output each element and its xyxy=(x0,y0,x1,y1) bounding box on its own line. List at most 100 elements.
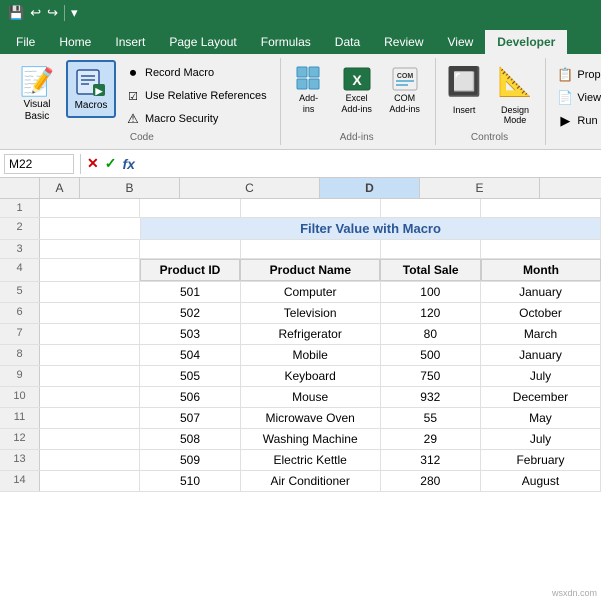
cell-c6[interactable]: Television xyxy=(241,303,381,323)
cell-a12[interactable] xyxy=(40,429,140,449)
cell-c14[interactable]: Air Conditioner xyxy=(241,471,381,491)
save-icon[interactable]: 💾 xyxy=(8,5,24,21)
cell-d9[interactable]: 750 xyxy=(381,366,481,386)
visual-basic-button[interactable]: 📝 VisualBasic xyxy=(12,60,62,128)
cell-d5[interactable]: 100 xyxy=(381,282,481,302)
tab-formulas[interactable]: Formulas xyxy=(249,30,323,54)
cell-d13[interactable]: 312 xyxy=(381,450,481,470)
cell-d12[interactable]: 29 xyxy=(381,429,481,449)
insert-function-icon[interactable]: fx xyxy=(122,156,134,172)
cell-a14[interactable] xyxy=(40,471,140,491)
col-header-b[interactable]: B xyxy=(80,178,180,198)
cell-c7[interactable]: Refrigerator xyxy=(241,324,381,344)
formula-input[interactable] xyxy=(139,155,597,173)
cell-c8[interactable]: Mobile xyxy=(241,345,381,365)
col-header-a[interactable]: A xyxy=(40,178,80,198)
cell-b7[interactable]: 503 xyxy=(140,324,240,344)
col-header-d[interactable]: D xyxy=(320,178,420,198)
redo-icon[interactable]: ↪ xyxy=(47,5,58,21)
cell-a5[interactable] xyxy=(40,282,140,302)
cell-c9[interactable]: Keyboard xyxy=(241,366,381,386)
cell-e8[interactable]: January xyxy=(481,345,601,365)
cell-e1[interactable] xyxy=(481,199,601,217)
view-code-button[interactable]: 📄 View Code xyxy=(552,87,601,109)
cell-c13[interactable]: Electric Kettle xyxy=(241,450,381,470)
col-header-e[interactable]: E xyxy=(420,178,540,198)
cell-a7[interactable] xyxy=(40,324,140,344)
cancel-formula-icon[interactable]: ✕ xyxy=(87,155,99,172)
macro-security-button[interactable]: ⚠ Macro Security xyxy=(120,108,272,130)
cell-a8[interactable] xyxy=(40,345,140,365)
name-box[interactable] xyxy=(4,154,74,174)
header-month[interactable]: Month xyxy=(481,259,601,281)
relative-refs-button[interactable]: ☑ Use Relative References xyxy=(120,85,272,107)
cell-b6[interactable]: 502 xyxy=(140,303,240,323)
addins-button[interactable]: Add-ins xyxy=(287,60,331,120)
cell-b3[interactable] xyxy=(140,240,240,258)
cell-d11[interactable]: 55 xyxy=(381,408,481,428)
cell-c5[interactable]: Computer xyxy=(241,282,381,302)
cell-a13[interactable] xyxy=(40,450,140,470)
tab-review[interactable]: Review xyxy=(372,30,435,54)
cell-c11[interactable]: Microwave Oven xyxy=(241,408,381,428)
cell-e10[interactable]: December xyxy=(481,387,601,407)
run-dialog-button[interactable]: ▶ Run Dialog xyxy=(552,110,601,132)
cell-c10[interactable]: Mouse xyxy=(241,387,381,407)
header-total-sale[interactable]: Total Sale xyxy=(380,259,481,281)
cell-b8[interactable]: 504 xyxy=(140,345,240,365)
cell-d10[interactable]: 932 xyxy=(381,387,481,407)
com-addins-button[interactable]: COM COMAdd-ins xyxy=(383,60,427,120)
cell-b14[interactable]: 510 xyxy=(140,471,240,491)
cell-b12[interactable]: 508 xyxy=(140,429,240,449)
confirm-formula-icon[interactable]: ✓ xyxy=(105,155,117,172)
cell-b13[interactable]: 509 xyxy=(140,450,240,470)
cell-d7[interactable]: 80 xyxy=(381,324,481,344)
undo-icon[interactable]: ↩ xyxy=(30,5,41,21)
cell-b10[interactable]: 506 xyxy=(140,387,240,407)
design-mode-button[interactable]: 📐 xyxy=(493,60,538,103)
cell-a9[interactable] xyxy=(40,366,140,386)
cell-b5[interactable]: 501 xyxy=(140,282,240,302)
cell-a4[interactable] xyxy=(40,259,140,281)
properties-button[interactable]: 📋 Properties xyxy=(552,64,601,86)
excel-addins-button[interactable]: X ExcelAdd-ins xyxy=(335,60,379,120)
cell-c1[interactable] xyxy=(241,199,381,217)
cell-b11[interactable]: 507 xyxy=(140,408,240,428)
cell-d3[interactable] xyxy=(381,240,481,258)
cell-e7[interactable]: March xyxy=(481,324,601,344)
cell-e13[interactable]: February xyxy=(481,450,601,470)
cell-b1[interactable] xyxy=(140,199,240,217)
cell-a11[interactable] xyxy=(40,408,140,428)
tab-home[interactable]: Home xyxy=(47,30,103,54)
cell-c3[interactable] xyxy=(241,240,381,258)
cell-e12[interactable]: July xyxy=(481,429,601,449)
cell-a2[interactable] xyxy=(40,218,141,239)
header-product-name[interactable]: Product Name xyxy=(240,259,380,281)
col-header-c[interactable]: C xyxy=(180,178,320,198)
macros-button[interactable]: ▶ Macros xyxy=(66,60,116,118)
cell-d8[interactable]: 500 xyxy=(381,345,481,365)
header-product-id[interactable]: Product ID xyxy=(140,259,241,281)
cell-e14[interactable]: August xyxy=(481,471,601,491)
customize-icon[interactable]: ▾ xyxy=(71,5,78,21)
tab-data[interactable]: Data xyxy=(323,30,372,54)
cell-e9[interactable]: July xyxy=(481,366,601,386)
cell-a10[interactable] xyxy=(40,387,140,407)
cell-a1[interactable] xyxy=(40,199,140,217)
insert-button[interactable]: 🔲 xyxy=(442,60,487,103)
cell-a6[interactable] xyxy=(40,303,140,323)
cell-d6[interactable]: 120 xyxy=(381,303,481,323)
cell-b9[interactable]: 505 xyxy=(140,366,240,386)
tab-insert[interactable]: Insert xyxy=(103,30,157,54)
tab-file[interactable]: File xyxy=(4,30,47,54)
cell-a3[interactable] xyxy=(40,240,140,258)
record-macro-button[interactable]: ⏺ Record Macro xyxy=(120,62,272,84)
cell-e6[interactable]: October xyxy=(481,303,601,323)
cell-d14[interactable]: 280 xyxy=(381,471,481,491)
cell-c12[interactable]: Washing Machine xyxy=(241,429,381,449)
tab-view[interactable]: View xyxy=(436,30,486,54)
cell-d1[interactable] xyxy=(381,199,481,217)
cell-e5[interactable]: January xyxy=(481,282,601,302)
cell-e3[interactable] xyxy=(481,240,601,258)
title-cell[interactable]: Filter Value with Macro xyxy=(141,218,601,239)
